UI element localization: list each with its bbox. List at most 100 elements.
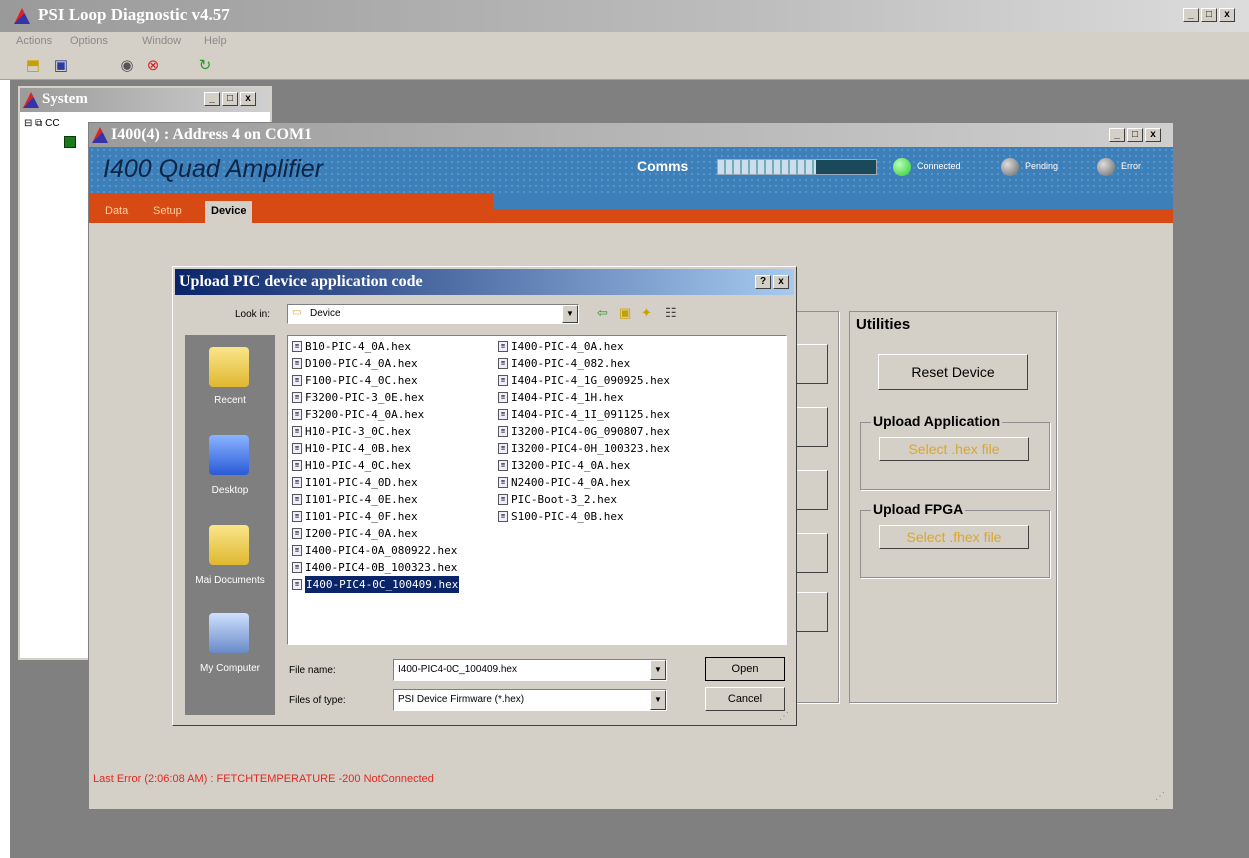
file-column-2: ≡ I400-PIC-4_0A.hex ≡ I400-PIC-4_082.hex ≡… [498,338,670,525]
system-title-bar: System _ □ x [20,88,270,112]
upload-fpga-title: Upload FPGA [871,501,966,517]
file-item[interactable]: ≡ S100-PIC-4_0B.hex [498,508,670,525]
hex-file-icon: ≡ [498,358,508,369]
reset-device-button[interactable]: Reset Device [878,354,1028,390]
maximize-icon[interactable]: □ [1127,128,1143,142]
new-folder-icon[interactable]: ✦ [641,305,652,321]
file-item[interactable]: ≡ F3200-PIC-3_0E.hex [292,389,459,406]
connect-icon[interactable]: ◉ [118,57,136,75]
place-recent[interactable]: Recent [185,395,275,406]
file-item[interactable]: ≡ I400-PIC-4_082.hex [498,355,670,372]
file-item-selected[interactable]: ≡ I400-PIC4-0C_100409.hex [292,576,460,593]
menu-window[interactable]: Window [142,35,181,47]
open-icon[interactable]: ⬒ [24,57,42,75]
open-button[interactable]: Open [705,657,785,681]
file-name: H10-PIC-3_0C.hex [305,425,411,438]
maximize-icon[interactable]: □ [1201,8,1217,22]
file-item[interactable]: ≡ I400-PIC-4_0A.hex [498,338,670,355]
save-icon[interactable]: ▣ [52,57,70,75]
file-item[interactable]: ≡ I400-PIC4-0A_080922.hex [292,542,459,559]
hex-file-icon: ≡ [498,511,508,522]
documents-icon[interactable] [209,525,249,565]
cancel-button[interactable]: Cancel [705,687,785,711]
select-fhex-button[interactable]: Select .fhex file [879,525,1029,549]
file-list[interactable]: ≡ B10-PIC-4_0A.hex ≡ D100-PIC-4_0A.hex ≡ F1… [287,335,787,645]
resize-grip-icon[interactable]: ⋰ [1155,791,1165,802]
file-item[interactable]: ≡ H10-PIC-4_0B.hex [292,440,459,457]
file-item[interactable]: ≡ I404-PIC-4_1G_090925.hex [498,372,670,389]
hex-file-icon: ≡ [292,358,302,369]
device-banner: I400 Quad Amplifier Comms Connected Pend… [89,147,1173,193]
place-desktop[interactable]: Desktop [185,485,275,496]
file-item[interactable]: ≡ F3200-PIC-4_0A.hex [292,406,459,423]
menu-actions[interactable]: Actions [16,35,52,47]
resize-grip-icon[interactable]: ⋰ [779,711,789,722]
chevron-down-icon[interactable]: ▼ [562,305,578,323]
tab-data[interactable]: Data [99,201,134,223]
close-icon[interactable]: x [1145,128,1161,142]
menu-options[interactable]: Options [70,35,108,47]
my-computer-icon[interactable] [209,613,249,653]
place-my-computer[interactable]: My Computer [185,663,275,674]
hex-file-icon: ≡ [498,477,508,488]
close-icon[interactable]: x [773,275,789,289]
file-item[interactable]: ≡ I3200-PIC4-0H_100323.hex [498,440,670,457]
file-item[interactable]: ≡ H10-PIC-4_0C.hex [292,457,459,474]
menu-help[interactable]: Help [204,35,227,47]
error-label: Error [1121,161,1141,171]
refresh-icon[interactable]: ↻ [196,57,214,75]
file-type-select[interactable]: PSI Device Firmware (*.hex) ▼ [393,689,667,711]
hex-file-icon: ≡ [498,375,508,386]
file-name-input[interactable]: I400-PIC4-0C_100409.hex ▼ [393,659,667,681]
recent-icon[interactable] [209,347,249,387]
file-item[interactable]: ≡ I101-PIC-4_0F.hex [292,508,459,525]
chevron-down-icon[interactable]: ▼ [650,690,666,710]
look-in-select[interactable]: ▭ Device ▼ [287,304,579,324]
tree-root-label: CC [45,118,60,129]
file-item[interactable]: ≡ I3200-PIC-4_0A.hex [498,457,670,474]
device-node-icon[interactable] [64,136,76,148]
file-item[interactable]: ≡ N2400-PIC-4_0A.hex [498,474,670,491]
tree-expand-icon[interactable]: ⊟ [24,118,32,129]
hex-file-icon: ≡ [292,341,302,352]
device-window-title: I400(4) : Address 4 on COM1 [111,126,313,143]
place-documents[interactable]: Mai Documents [185,575,275,586]
file-item[interactable]: ≡ B10-PIC-4_0A.hex [292,338,459,355]
file-item[interactable]: ≡ H10-PIC-3_0C.hex [292,423,459,440]
file-item[interactable]: ≡ I404-PIC-4_1I_091125.hex [498,406,670,423]
file-item[interactable]: ≡ I101-PIC-4_0E.hex [292,491,459,508]
stop-icon[interactable]: ⊗ [144,57,162,75]
tab-device[interactable]: Device [205,201,253,223]
help-icon[interactable]: ? [755,275,771,289]
hex-file-icon: ≡ [292,528,302,539]
file-type-label: Files of type: [289,695,346,706]
view-menu-icon[interactable]: ☷ [665,305,677,321]
tab-setup[interactable]: Setup [147,201,188,223]
file-item[interactable]: ≡ D100-PIC-4_0A.hex [292,355,459,372]
file-name: B10-PIC-4_0A.hex [305,340,411,353]
hex-file-icon: ≡ [498,409,508,420]
minimize-icon[interactable]: _ [204,92,220,106]
file-item[interactable]: ≡ F100-PIC-4_0C.hex [292,372,459,389]
tree-root[interactable]: ⊟ ⧉ CC [24,118,60,129]
file-type-value: PSI Device Firmware (*.hex) [398,694,525,705]
hex-file-icon: ≡ [498,426,508,437]
file-item[interactable]: ≡ I404-PIC-4_1H.hex [498,389,670,406]
back-icon[interactable]: ⇦ [597,305,608,321]
close-icon[interactable]: x [240,92,256,106]
up-folder-icon[interactable]: ▣ [619,305,631,321]
chevron-down-icon[interactable]: ▼ [650,660,666,680]
maximize-icon[interactable]: □ [222,92,238,106]
hex-file-icon: ≡ [292,579,302,590]
close-icon[interactable]: x [1219,8,1235,22]
device-window-controls: _ □ x [1109,128,1161,142]
minimize-icon[interactable]: _ [1183,8,1199,22]
minimize-icon[interactable]: _ [1109,128,1125,142]
file-item[interactable]: ≡ I3200-PIC4-0G_090807.hex [498,423,670,440]
file-item[interactable]: ≡ I200-PIC-4_0A.hex [292,525,459,542]
select-hex-button[interactable]: Select .hex file [879,437,1029,461]
file-item[interactable]: ≡ I101-PIC-4_0D.hex [292,474,459,491]
desktop-icon[interactable] [209,435,249,475]
file-item[interactable]: ≡ PIC-Boot-3_2.hex [498,491,670,508]
file-item[interactable]: ≡ I400-PIC4-0B_100323.hex [292,559,459,576]
